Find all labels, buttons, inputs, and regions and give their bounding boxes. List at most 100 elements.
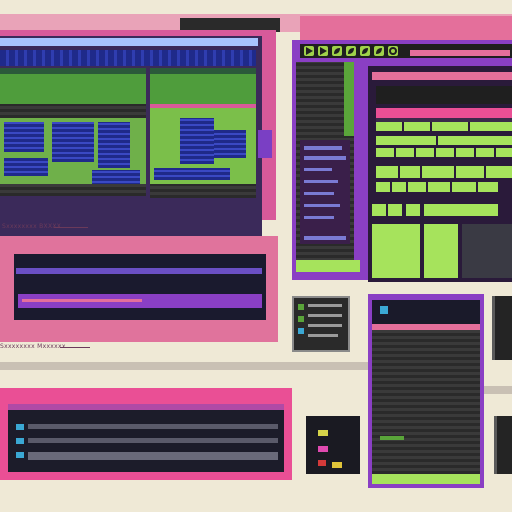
grid-cell[interactable] bbox=[400, 166, 420, 178]
grid-cell[interactable] bbox=[470, 122, 512, 131]
pane-table-f[interactable] bbox=[180, 118, 214, 164]
widget-icon-2[interactable] bbox=[298, 316, 304, 322]
app-cell-grid bbox=[372, 122, 512, 218]
leaf-icon[interactable] bbox=[332, 46, 342, 56]
tall-footer[interactable] bbox=[372, 474, 480, 484]
grid-cell[interactable] bbox=[376, 148, 394, 157]
swatch-red[interactable] bbox=[318, 460, 326, 466]
tall-header-icon[interactable] bbox=[380, 306, 388, 314]
list-row-2[interactable] bbox=[28, 438, 278, 443]
spreadsheet-column-headers bbox=[0, 50, 256, 66]
widget-line-4 bbox=[308, 334, 338, 337]
grid-cell[interactable] bbox=[396, 148, 414, 157]
divider-band-right bbox=[482, 386, 512, 394]
widget-line-2 bbox=[308, 314, 342, 317]
grid-cell[interactable] bbox=[432, 122, 468, 131]
grid-cell[interactable] bbox=[372, 204, 386, 216]
spreadsheet-pane-left bbox=[0, 68, 146, 196]
grid-cell[interactable] bbox=[404, 122, 430, 131]
grid-cell[interactable] bbox=[422, 166, 454, 178]
widget-icon-3[interactable] bbox=[298, 328, 304, 334]
swatch-yellow-2[interactable] bbox=[332, 462, 342, 468]
edge-panel-bottom bbox=[494, 416, 512, 474]
app-sidebar-footer bbox=[296, 260, 360, 272]
app-block-lime-2[interactable] bbox=[424, 224, 458, 278]
nav-item[interactable] bbox=[304, 204, 340, 207]
grid-cell[interactable] bbox=[408, 182, 426, 192]
leaf-icon[interactable] bbox=[374, 46, 384, 56]
grid-cell[interactable] bbox=[436, 148, 454, 157]
caption-top-left: Sxxxxxxxx BXXXX bbox=[2, 223, 62, 230]
widget-line-1 bbox=[308, 304, 342, 307]
grid-cell[interactable] bbox=[406, 204, 420, 216]
grid-cell[interactable] bbox=[376, 182, 390, 192]
pane-table-a[interactable] bbox=[4, 122, 44, 152]
list-panel bbox=[8, 404, 284, 472]
nav-item[interactable] bbox=[304, 192, 334, 195]
list-icon-1[interactable] bbox=[16, 424, 24, 430]
pane-footer bbox=[150, 184, 256, 198]
pane-green-band bbox=[0, 74, 146, 104]
swatch-panel bbox=[306, 416, 360, 474]
grid-cell[interactable] bbox=[496, 148, 512, 157]
app-sidebar-scroll[interactable] bbox=[344, 62, 354, 136]
grid-cell[interactable] bbox=[438, 136, 512, 145]
gear-icon[interactable] bbox=[388, 46, 398, 56]
app-main-highlight[interactable] bbox=[376, 108, 512, 118]
swatch-magenta[interactable] bbox=[318, 446, 328, 452]
nav-item[interactable] bbox=[304, 168, 332, 171]
progress-track-top[interactable] bbox=[16, 268, 262, 274]
divider-band bbox=[0, 362, 370, 370]
play-icon[interactable] bbox=[304, 46, 314, 56]
progress-track-mid[interactable] bbox=[18, 294, 262, 308]
grid-cell[interactable] bbox=[376, 166, 398, 178]
list-row-3[interactable] bbox=[28, 452, 278, 460]
pane-table-d[interactable] bbox=[4, 158, 48, 176]
pane-table-c[interactable] bbox=[98, 122, 130, 168]
widget-icon-1[interactable] bbox=[298, 304, 304, 310]
grid-cell[interactable] bbox=[428, 182, 450, 192]
grid-cell[interactable] bbox=[476, 148, 494, 157]
grid-cell[interactable] bbox=[376, 136, 436, 145]
nav-item[interactable] bbox=[304, 236, 346, 240]
app-block-lime-1[interactable] bbox=[372, 224, 420, 278]
grid-cell[interactable] bbox=[392, 182, 406, 192]
grid-cell[interactable] bbox=[376, 122, 402, 131]
list-icon-2[interactable] bbox=[16, 438, 24, 444]
spreadsheet-side-accent bbox=[258, 130, 272, 158]
list-icon-3[interactable] bbox=[16, 452, 24, 458]
grid-cell[interactable] bbox=[456, 166, 484, 178]
nav-item[interactable] bbox=[304, 216, 334, 219]
tall-header bbox=[372, 300, 480, 324]
pane-table-g[interactable] bbox=[214, 130, 246, 158]
grid-cell[interactable] bbox=[452, 182, 476, 192]
tall-body[interactable] bbox=[372, 330, 480, 474]
leaf-icon[interactable] bbox=[346, 46, 356, 56]
pane-table-b[interactable] bbox=[52, 122, 94, 162]
grid-cell[interactable] bbox=[388, 204, 402, 216]
nav-item[interactable] bbox=[304, 156, 346, 160]
pane-table-h[interactable] bbox=[154, 168, 230, 180]
swatch-yellow[interactable] bbox=[318, 430, 328, 436]
tall-body-marker bbox=[380, 436, 404, 440]
pane-green-band bbox=[150, 74, 256, 104]
grid-cell[interactable] bbox=[416, 148, 434, 157]
grid-cell[interactable] bbox=[456, 148, 474, 157]
toolbar-accent bbox=[410, 50, 510, 56]
nav-item[interactable] bbox=[304, 146, 342, 150]
list-row-1[interactable] bbox=[28, 424, 278, 429]
list-header bbox=[8, 404, 284, 410]
nav-item[interactable] bbox=[304, 180, 338, 183]
play-icon[interactable] bbox=[318, 46, 328, 56]
leaf-icon[interactable] bbox=[360, 46, 370, 56]
grid-cell[interactable] bbox=[424, 204, 498, 216]
progress-track-line bbox=[22, 299, 142, 302]
progress-panel bbox=[14, 254, 266, 320]
grid-cell[interactable] bbox=[478, 182, 498, 192]
caption-underline bbox=[54, 227, 88, 228]
pane-pink-line bbox=[150, 104, 256, 108]
app-main-header bbox=[372, 72, 512, 80]
spreadsheet-pane-right bbox=[150, 68, 256, 198]
spreadsheet-titlebar[interactable] bbox=[0, 38, 258, 46]
grid-cell[interactable] bbox=[486, 166, 512, 178]
